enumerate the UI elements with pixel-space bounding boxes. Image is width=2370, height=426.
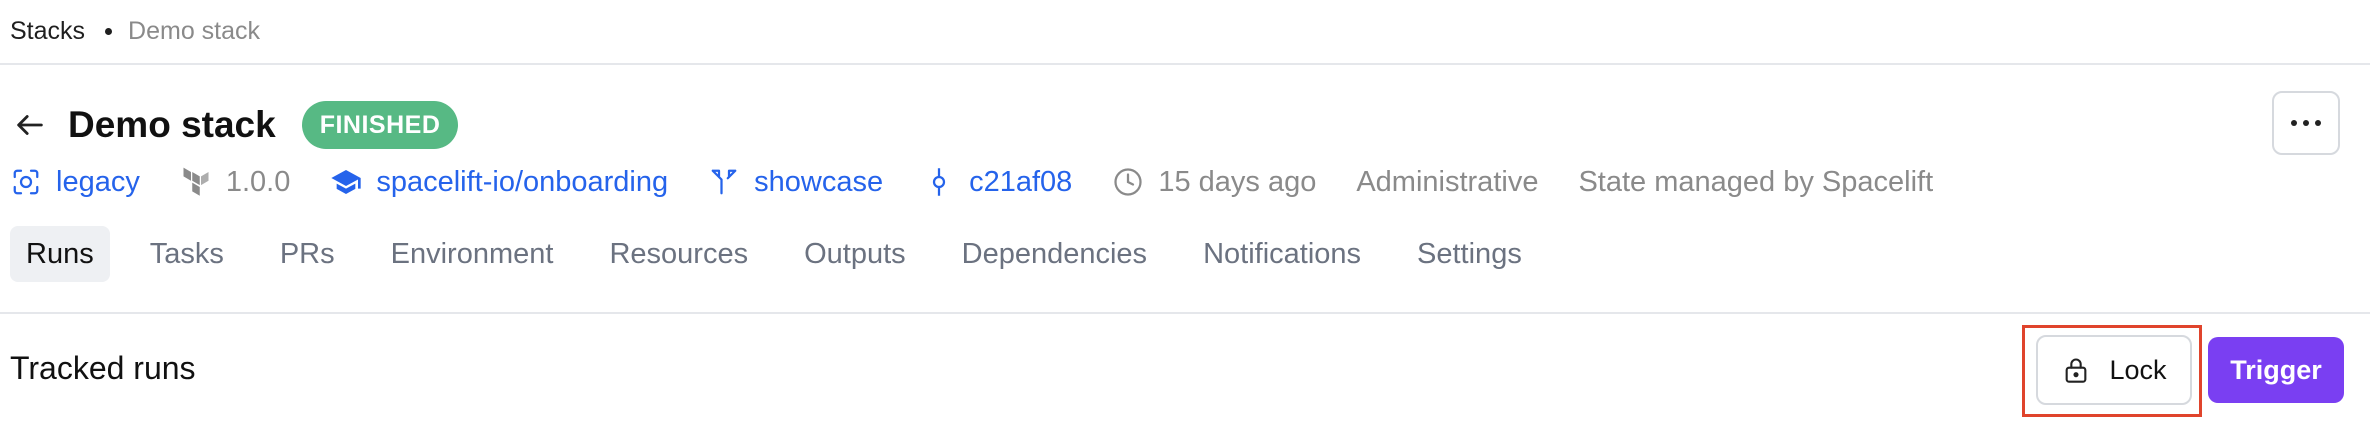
breadcrumb-current: Demo stack (128, 16, 261, 45)
breadcrumb-separator (105, 27, 113, 35)
more-dot-icon (2303, 120, 2309, 126)
tab-outputs[interactable]: Outputs (788, 226, 922, 282)
stack-tabs: Runs Tasks PRs Environment Resources Out… (10, 226, 1562, 282)
repository-label: spacelift-io/onboarding (376, 165, 669, 198)
tab-resources[interactable]: Resources (593, 226, 764, 282)
space-link[interactable]: legacy (10, 166, 140, 199)
tab-runs[interactable]: Runs (10, 226, 110, 282)
more-dot-icon (2291, 120, 2297, 126)
commit-link[interactable]: c21af08 (923, 166, 1072, 199)
tab-prs[interactable]: PRs (264, 226, 351, 282)
commit-label: c21af08 (969, 165, 1073, 198)
breadcrumb: Stacks Demo stack (10, 0, 260, 62)
version-label: 1.0.0 (225, 165, 291, 198)
terraform-icon (180, 166, 212, 198)
graduation-cap-icon (330, 166, 362, 198)
lock-icon (2061, 355, 2091, 385)
administrative-label: Administrative (1356, 165, 1539, 198)
tab-environment[interactable]: Environment (375, 226, 570, 282)
stack-meta: legacy 1.0.0 spacelift-io/onboarding sho… (10, 159, 1973, 205)
state-info: State managed by Spacelift (1578, 166, 1933, 199)
more-dot-icon (2315, 120, 2321, 126)
stack-header: Demo stack FINISHED (12, 96, 459, 154)
arrow-left-icon[interactable] (12, 107, 48, 143)
tab-dependencies[interactable]: Dependencies (946, 226, 1163, 282)
more-options-button[interactable] (2272, 91, 2340, 155)
tab-settings[interactable]: Settings (1401, 226, 1538, 282)
administrative-flag: Administrative (1356, 166, 1538, 199)
section-title: Tracked runs (10, 350, 196, 386)
space-label: legacy (56, 165, 140, 198)
branch-label: showcase (754, 165, 884, 198)
trigger-button[interactable]: Trigger (2208, 337, 2344, 403)
updated-label: 15 days ago (1158, 165, 1317, 198)
tabs-divider (0, 312, 2370, 314)
lock-button[interactable]: Lock (2036, 335, 2192, 405)
repository-link[interactable]: spacelift-io/onboarding (330, 166, 668, 199)
space-icon (10, 166, 42, 198)
tab-tasks[interactable]: Tasks (134, 226, 240, 282)
breadcrumb-stacks-link[interactable]: Stacks (10, 17, 85, 46)
branch-link[interactable]: showcase (708, 166, 883, 199)
tab-notifications[interactable]: Notifications (1187, 226, 1377, 282)
commit-icon (923, 166, 955, 198)
state-label: State managed by Spacelift (1578, 165, 1934, 198)
header-divider (0, 63, 2370, 65)
lock-label: Lock (2109, 354, 2167, 385)
clock-icon (1112, 166, 1144, 198)
branch-icon (708, 166, 740, 198)
vendor-version: 1.0.0 (180, 165, 291, 199)
updated-time: 15 days ago (1112, 166, 1316, 199)
page-title: Demo stack (68, 104, 276, 145)
status-badge: FINISHED (301, 101, 459, 149)
